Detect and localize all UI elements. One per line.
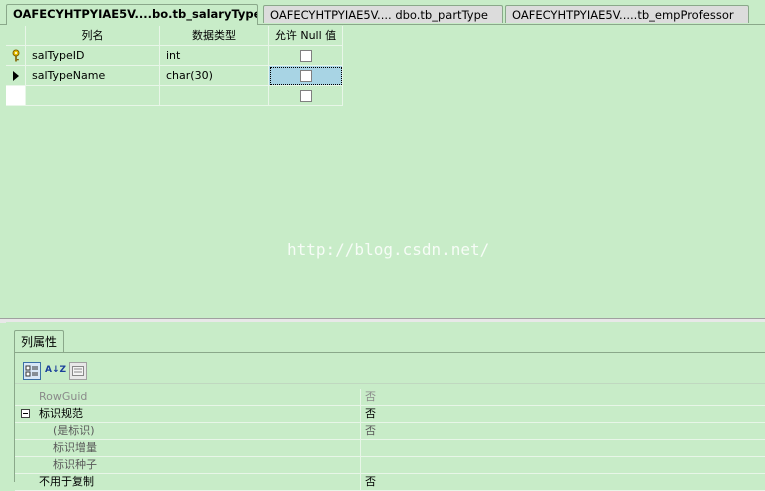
column-name-cell[interactable]: salTypeName xyxy=(26,66,160,86)
property-value[interactable]: 否 xyxy=(360,474,765,491)
categorized-button[interactable] xyxy=(23,362,41,380)
column-name-cell[interactable] xyxy=(26,86,160,106)
data-type-cell[interactable] xyxy=(160,86,269,106)
property-row[interactable]: (是标识) 否 xyxy=(15,423,765,440)
allow-null-checkbox[interactable] xyxy=(299,50,312,62)
allow-null-cell[interactable] xyxy=(269,66,343,86)
watermark: http://blog.csdn.net/ xyxy=(287,240,490,259)
property-name: 标识种子 xyxy=(53,458,97,471)
column-name-header: 列名 xyxy=(26,26,160,46)
property-pages-icon xyxy=(72,366,84,376)
property-value[interactable]: 否 xyxy=(360,389,765,406)
row-selector[interactable] xyxy=(6,66,26,86)
property-name: 不用于复制 xyxy=(39,475,94,488)
allow-null-checkbox[interactable] xyxy=(299,90,312,102)
tab-emp-professor[interactable]: OAFECYHTPYIAE5V.....tb_empProfessor xyxy=(505,5,749,23)
data-type-header: 数据类型 xyxy=(160,26,269,46)
property-value[interactable] xyxy=(360,457,765,474)
row-selector[interactable] xyxy=(6,86,26,106)
property-name: 标识增量 xyxy=(53,441,97,454)
data-type-cell[interactable]: char(30) xyxy=(160,66,269,86)
property-value[interactable] xyxy=(360,440,765,457)
alphabetical-sort-icon: A↓Z xyxy=(45,365,67,375)
tab-column-properties[interactable]: 列属性 xyxy=(14,330,65,352)
property-row[interactable]: 不用于复制 否 xyxy=(15,474,765,491)
allow-null-checkbox[interactable] xyxy=(299,70,312,82)
allow-null-cell[interactable] xyxy=(269,46,343,66)
tab-part-type[interactable]: OAFECYHTPYIAE5V.... dbo.tb_partType xyxy=(263,5,503,23)
current-row-arrow-icon xyxy=(12,71,19,81)
collapse-icon[interactable] xyxy=(21,409,30,418)
column-properties-panel: 列属性 A↓Z RowGuid 否 标识规范 否 (是标识) 否 标识增量 标识… xyxy=(6,322,765,491)
property-row[interactable]: 标识规范 否 xyxy=(15,406,765,423)
property-value[interactable]: 否 xyxy=(360,406,765,423)
property-row[interactable]: 标识种子 xyxy=(15,457,765,474)
document-tab-bar: OAFECYHTPYIAE5V....bo.tb_salaryType OAFE… xyxy=(0,0,765,25)
row-selector[interactable] xyxy=(6,46,26,66)
alphabetical-button[interactable]: A↓Z xyxy=(45,362,67,380)
property-row[interactable]: RowGuid 否 xyxy=(15,389,765,406)
tab-salary-type[interactable]: OAFECYHTPYIAE5V....bo.tb_salaryType xyxy=(6,4,258,25)
allow-null-header: 允许 Null 值 xyxy=(269,26,343,46)
properties-frame: A↓Z RowGuid 否 标识规范 否 (是标识) 否 标识增量 标识种子 不… xyxy=(14,352,765,491)
property-name: RowGuid xyxy=(39,390,88,403)
property-value[interactable]: 否 xyxy=(360,423,765,440)
data-type-cell[interactable]: int xyxy=(160,46,269,66)
column-name-cell[interactable]: salTypeID xyxy=(26,46,160,66)
row-selector-header xyxy=(6,26,26,46)
property-row[interactable]: 标识增量 xyxy=(15,440,765,457)
property-pages-button[interactable] xyxy=(69,362,87,380)
key-icon xyxy=(12,49,19,62)
allow-null-cell[interactable] xyxy=(269,86,343,106)
categorized-icon xyxy=(25,365,38,377)
property-category-name: 标识规范 xyxy=(39,407,83,420)
property-name: (是标识) xyxy=(53,424,95,437)
properties-toolbar: A↓Z xyxy=(15,359,765,384)
